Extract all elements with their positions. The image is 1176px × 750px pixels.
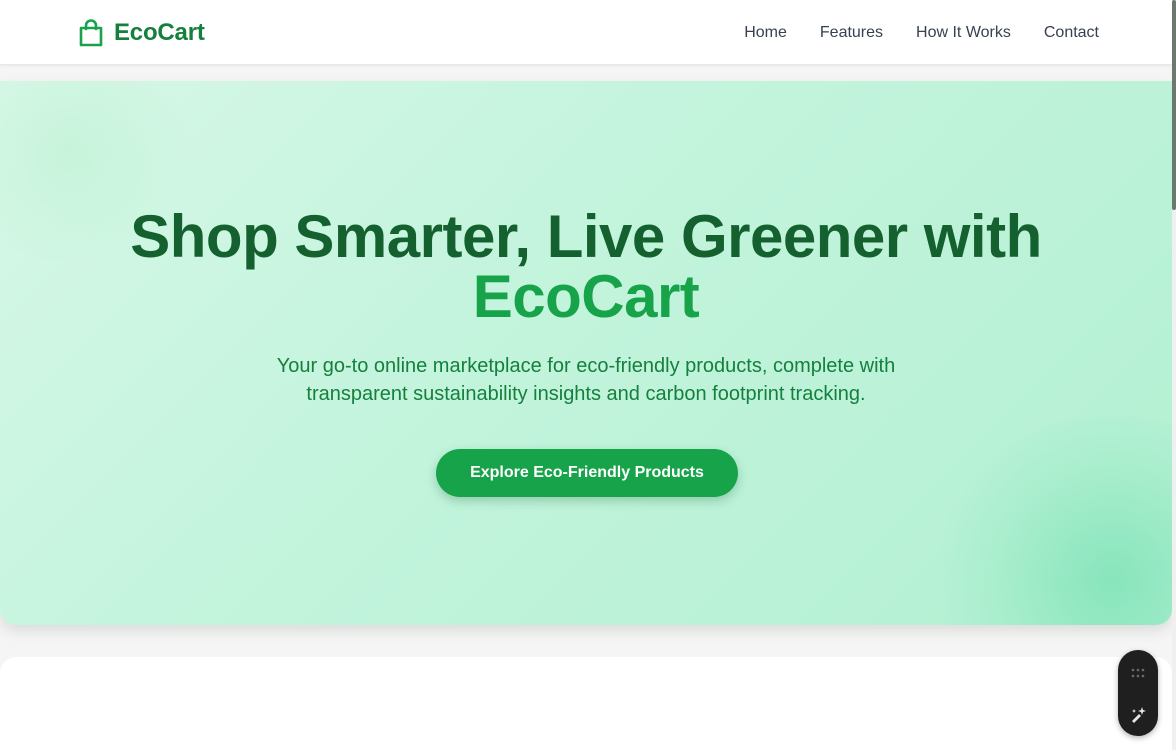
hero-title-main: Shop Smarter, Live Greener with	[130, 203, 1042, 270]
nav-link-contact[interactable]: Contact	[1044, 22, 1099, 44]
next-section-card	[0, 657, 1172, 750]
floating-toolbar	[1118, 650, 1158, 736]
sparkle-edit-icon[interactable]	[1128, 705, 1148, 725]
hero-title-accent: EcoCart	[472, 263, 700, 330]
page-scrollbar[interactable]	[1172, 0, 1176, 750]
hero-section: Shop Smarter, Live Greener with EcoCart …	[0, 81, 1172, 625]
main-nav: Home Features How It Works Contact	[744, 22, 1099, 44]
scrollbar-thumb[interactable]	[1172, 0, 1176, 210]
hero-decor-blob-bottom-right	[932, 415, 1172, 625]
nav-link-features[interactable]: Features	[820, 22, 883, 44]
shopping-bag-icon	[79, 19, 103, 47]
brand-logo-link[interactable]: EcoCart	[78, 18, 205, 48]
site-header: EcoCart Home Features How It Works Conta…	[0, 0, 1172, 65]
nav-link-how-it-works[interactable]: How It Works	[916, 22, 1011, 44]
grid-dots-icon[interactable]	[1128, 663, 1148, 683]
nav-link-home[interactable]: Home	[744, 22, 787, 44]
hero-title: Shop Smarter, Live Greener with EcoCart	[0, 207, 1172, 327]
brand-name: EcoCart	[114, 19, 205, 46]
explore-products-button[interactable]: Explore Eco-Friendly Products	[436, 449, 738, 497]
hero-subtitle: Your go-to online marketplace for eco-fr…	[276, 355, 896, 405]
page: EcoCart Home Features How It Works Conta…	[0, 0, 1176, 750]
